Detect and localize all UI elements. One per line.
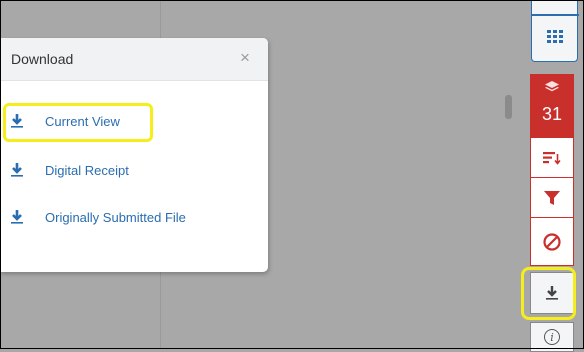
info-button[interactable]: i [530, 322, 574, 352]
grid-icon [547, 30, 563, 43]
layer-count: 31 [541, 104, 563, 124]
download-item-label: Digital Receipt [45, 162, 129, 178]
close-icon[interactable]: × [240, 48, 250, 68]
download-originally-submitted-file[interactable]: Originally Submitted File [10, 205, 186, 229]
filter-button[interactable] [531, 177, 573, 217]
toolbar-divider [532, 14, 579, 16]
sort-icon [543, 151, 561, 165]
scrollbar-thumb[interactable] [505, 95, 512, 119]
download-icon [11, 114, 23, 128]
panel-title: Download [11, 51, 74, 67]
download-button-highlight [521, 267, 576, 320]
sort-button[interactable] [531, 137, 573, 177]
layer-tools: 31 [530, 74, 574, 266]
clear-filter-button[interactable] [531, 217, 573, 265]
layers-icon [545, 81, 559, 92]
info-icon: i [544, 329, 560, 345]
download-item-label: Originally Submitted File [45, 209, 186, 225]
clear-filter-icon [543, 232, 561, 251]
layers-button[interactable]: 31 [531, 75, 573, 137]
panel-header: Download × [0, 38, 268, 81]
filter-icon [544, 190, 560, 205]
download-item-label: Current View [45, 113, 120, 129]
download-digital-receipt[interactable]: Digital Receipt [10, 158, 129, 182]
download-current-view[interactable]: Current View [10, 109, 120, 133]
download-icon [11, 210, 23, 224]
download-icon [11, 163, 23, 177]
download-panel: Download × Current View Digital Receipt … [0, 38, 268, 272]
grid-view-button[interactable] [531, 0, 579, 62]
